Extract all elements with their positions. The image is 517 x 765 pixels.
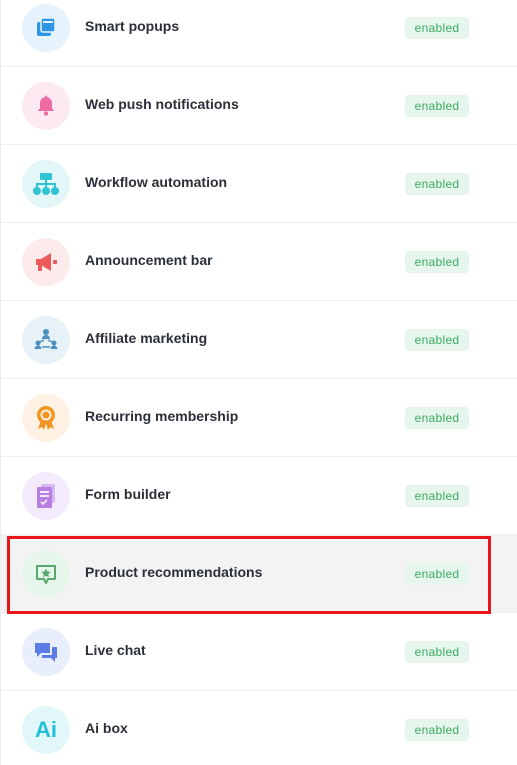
ai-icon-text: Ai — [35, 717, 57, 742]
award-ribbon-icon — [22, 394, 70, 442]
sitemap-icon — [22, 160, 70, 208]
bell-icon — [22, 82, 70, 130]
feature-label: Announcement bar — [85, 252, 213, 268]
status-badge: enabled — [405, 641, 469, 663]
chat-bubbles-icon — [22, 628, 70, 676]
status-badge: enabled — [405, 329, 469, 351]
status-badge: enabled — [405, 251, 469, 273]
feature-label: Recurring membership — [85, 408, 239, 424]
megaphone-icon — [22, 238, 70, 286]
feature-label: Workflow automation — [85, 174, 228, 190]
feature-row-form-builder[interactable]: Form builder enabled — [1, 457, 517, 535]
feature-row-product-recommendations[interactable]: Product recommendations enabled — [1, 535, 517, 613]
status-badge: enabled — [405, 485, 469, 507]
network-people-icon — [22, 316, 70, 364]
status-badge: enabled — [405, 173, 469, 195]
status-badge: enabled — [405, 563, 469, 585]
popup-window-icon — [22, 4, 70, 52]
feature-label: Form builder — [85, 486, 171, 502]
feature-label: Web push notifications — [85, 96, 239, 112]
status-badge: enabled — [405, 95, 469, 117]
feature-label: Smart popups — [85, 18, 180, 34]
feature-row-web-push-notifications[interactable]: Web push notifications enabled — [1, 67, 517, 145]
feature-row-affiliate-marketing[interactable]: Affiliate marketing enabled — [1, 301, 517, 379]
form-document-icon — [22, 472, 70, 520]
feature-label: Affiliate marketing — [85, 330, 208, 346]
star-message-icon — [22, 550, 70, 598]
status-badge: enabled — [405, 719, 469, 741]
feature-row-ai-box[interactable]: Ai Ai box enabled — [1, 691, 517, 765]
status-badge: enabled — [405, 17, 469, 39]
feature-row-live-chat[interactable]: Live chat enabled — [1, 613, 517, 691]
feature-label: Live chat — [85, 642, 146, 658]
feature-row-workflow-automation[interactable]: Workflow automation enabled — [1, 145, 517, 223]
ai-icon: Ai — [22, 706, 70, 754]
feature-row-recurring-membership[interactable]: Recurring membership enabled — [1, 379, 517, 457]
feature-list: Smart popups enabled Web push notificati… — [0, 0, 517, 765]
feature-label: Ai box — [85, 720, 128, 736]
feature-label: Product recommendations — [85, 564, 263, 580]
status-badge: enabled — [405, 407, 469, 429]
feature-row-smart-popups[interactable]: Smart popups enabled — [1, 0, 517, 67]
feature-row-announcement-bar[interactable]: Announcement bar enabled — [1, 223, 517, 301]
